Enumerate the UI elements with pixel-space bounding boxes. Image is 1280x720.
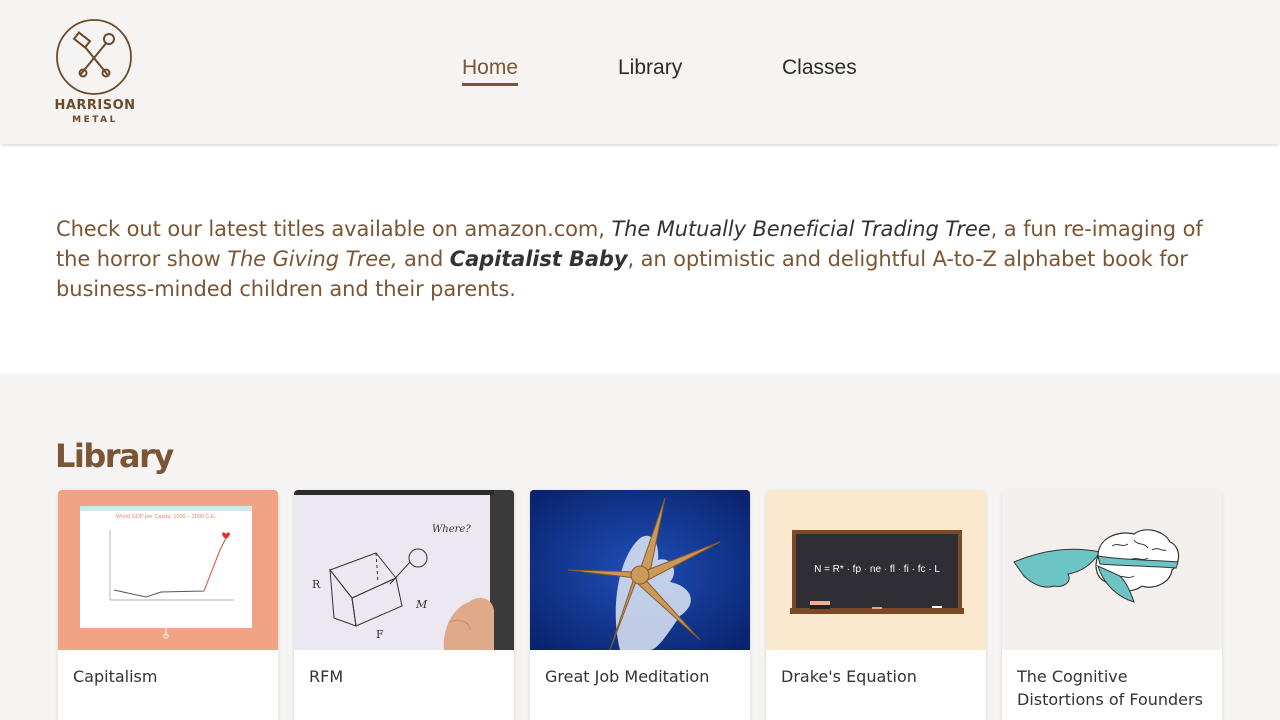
- nav-home-label: Home: [462, 56, 519, 79]
- nav-classes-label: Classes: [782, 56, 857, 79]
- library-heading: Library: [55, 437, 174, 475]
- brain-cape-icon: [1013, 529, 1180, 603]
- card-thumbnail: N = R* · fp · ne · fl · fi · fc · L: [766, 490, 986, 650]
- card-thumbnail: World GDP per Capita, 1500 – 2000 C.E.: [58, 490, 278, 650]
- tools-emblem-icon: [56, 19, 132, 95]
- svg-text:R: R: [312, 578, 321, 591]
- card-title: Great Job Meditation: [545, 667, 710, 686]
- intro-text-3: and: [397, 247, 450, 271]
- card-title: Capitalism: [73, 667, 158, 686]
- library-card-drakes-equation[interactable]: N = R* · fp · ne · fl · fi · fc · L Drak…: [766, 490, 986, 720]
- book-title-trading-tree[interactable]: The Mutually Beneficial Trading Tree: [611, 217, 990, 241]
- book-title-giving-tree: The Giving Tree,: [227, 247, 398, 271]
- starfish-icon: [530, 490, 750, 650]
- nav-home[interactable]: Home: [462, 56, 519, 86]
- logo-name: HARRISON: [54, 98, 136, 113]
- chalkboard-icon: N = R* · fp · ne · fl · fi · fc · L: [790, 530, 964, 614]
- nav-library-label: Library: [618, 56, 683, 79]
- nav-active-underline: [462, 83, 519, 86]
- svg-text:M: M: [415, 598, 428, 611]
- intro-text-1: Check out our latest titles available on…: [56, 217, 612, 241]
- card-thumbnail: [530, 490, 750, 650]
- library-card-great-job-meditation[interactable]: Great Job Meditation: [530, 490, 750, 720]
- card-thumbnail: Where? R F M: [294, 490, 514, 650]
- intro-paragraph: Check out our latest titles available on…: [56, 214, 1226, 304]
- logo-sub: METAL: [72, 115, 118, 125]
- svg-text:F: F: [376, 628, 384, 641]
- card-title: The Cognitive Distortions of Founders: [1017, 667, 1203, 709]
- card-title: Drake's Equation: [781, 667, 917, 686]
- cube-sketch-icon: Where? R F M: [294, 490, 514, 650]
- drake-equation-text: N = R* · fp · ne · fl · fi · fc · L: [814, 564, 940, 575]
- sketch-note: Where?: [432, 524, 471, 535]
- library-card-cognitive-distortions[interactable]: The Cognitive Distortions of Founders: [1002, 490, 1222, 720]
- harrison-metal-logo[interactable]: HARRISON METAL: [54, 18, 135, 128]
- card-title: RFM: [309, 667, 344, 686]
- card-thumbnail: [1002, 490, 1222, 650]
- site-header: HARRISON METAL Home Library Classes: [0, 0, 1280, 144]
- gdp-chart-caption: World GDP per Capita, 1500 – 2000 C.E.: [116, 514, 217, 520]
- gdp-chart-icon: World GDP per Capita, 1500 – 2000 C.E.: [80, 506, 252, 639]
- nav-library[interactable]: Library: [618, 56, 682, 80]
- library-card-rfm[interactable]: Where? R F M RFM: [294, 490, 514, 720]
- nav-classes[interactable]: Classes: [782, 56, 857, 80]
- library-card-capitalism[interactable]: World GDP per Capita, 1500 – 2000 C.E. C…: [58, 490, 278, 720]
- book-title-capitalist-baby[interactable]: Capitalist Baby: [450, 247, 628, 271]
